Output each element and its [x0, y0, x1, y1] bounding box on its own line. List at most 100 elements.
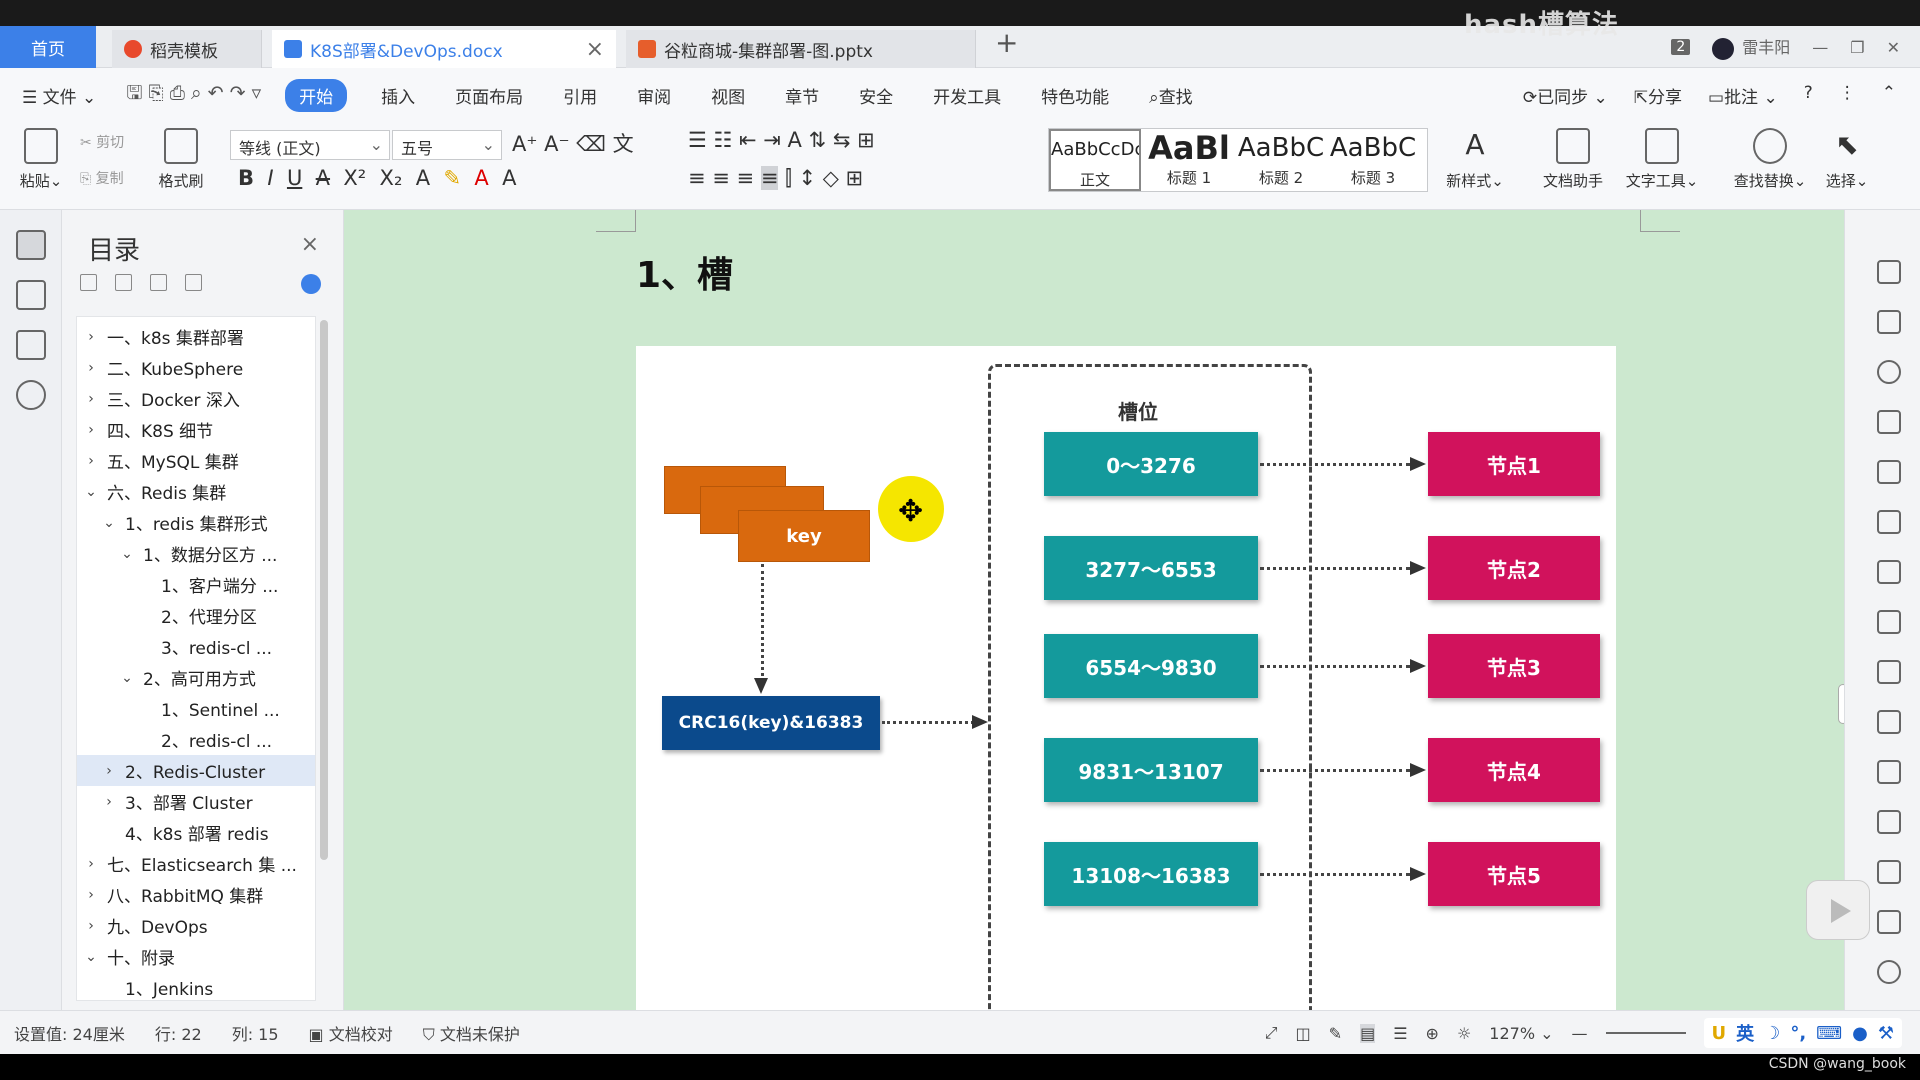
chevron-right-icon[interactable]: › — [101, 794, 117, 810]
pen-icon[interactable]: ✎ — [1329, 1024, 1342, 1043]
copy-button[interactable]: ⎘ 复制 — [80, 168, 124, 188]
location-icon[interactable] — [1877, 360, 1901, 384]
menu-layout[interactable]: 页面布局 — [455, 83, 523, 108]
video-play-button[interactable] — [1806, 880, 1870, 940]
find-icon[interactable] — [15, 380, 46, 410]
cursor-tool-icon[interactable] — [1877, 310, 1901, 334]
toc-item[interactable]: › 二、KubeSphere — [77, 352, 315, 383]
toc-item[interactable]: › 七、Elasticsearch 集 ... — [77, 848, 315, 879]
bookmark-icon[interactable] — [15, 330, 46, 360]
new-style-button[interactable]: A 新样式⌄ — [1440, 128, 1510, 191]
list-controls[interactable]: ☰ ☷ ⇤ ⇥ A ⇅ ⇆ ⊞ — [688, 128, 875, 152]
proofread-button[interactable]: ▣ 文档校对 — [309, 1021, 393, 1045]
highlight-icon[interactable]: ✎ — [443, 166, 461, 190]
zoom-out-icon[interactable]: — — [1572, 1024, 1588, 1043]
add-heading-icon[interactable] — [150, 274, 167, 291]
web-view-icon[interactable]: ⊕ — [1426, 1024, 1439, 1043]
close-icon[interactable]: × — [301, 232, 319, 257]
chart-icon[interactable] — [1877, 610, 1901, 634]
paragraph-controls[interactable]: ≡ ≡ ≡ ≡ ⫿ ↕ ◇ ⊞ — [688, 166, 863, 191]
minimize-icon[interactable]: — — [1812, 38, 1828, 57]
export-icon[interactable] — [1877, 760, 1901, 784]
chevron-right-icon[interactable]: › — [83, 360, 99, 376]
restore-icon[interactable]: ❐ — [1850, 38, 1864, 57]
menu-section[interactable]: 章节 — [785, 83, 819, 108]
toc-item[interactable]: ⌄ 1、redis 集群形式 — [77, 507, 315, 538]
italic-icon[interactable]: I — [267, 166, 273, 190]
toc-item[interactable]: › 三、Docker 深入 — [77, 383, 315, 414]
toc-item[interactable]: 2、redis-cl ... — [77, 724, 315, 755]
bold-icon[interactable]: B — [238, 166, 254, 190]
menu-view[interactable]: 视图 — [711, 83, 745, 108]
select-button[interactable]: ⬉ 选择⌄ — [1812, 128, 1882, 191]
toc-scrollbar[interactable] — [320, 320, 328, 860]
toc-item[interactable]: 1、客户端分 ... — [77, 569, 315, 600]
quick-access-icons[interactable]: 🖫 ⎘ ⎙ ⌕ ↶ ↷ ▿ — [126, 79, 261, 111]
zoom-level[interactable]: 127% ⌄ — [1489, 1024, 1553, 1043]
picture-icon[interactable] — [1877, 910, 1901, 934]
toc-item[interactable]: › 2、Redis-Cluster — [77, 755, 315, 786]
chevron-right-icon[interactable]: › — [83, 422, 99, 438]
window-count-badge[interactable]: 2 — [1671, 39, 1691, 55]
menu-insert[interactable]: 插入 — [381, 83, 415, 108]
zoom-slider[interactable] — [1605, 1032, 1686, 1034]
share-button[interactable]: ⇱分享 — [1634, 83, 1682, 108]
table-icon[interactable] — [1877, 510, 1901, 534]
file-menu[interactable]: ☰ 文件 ⌄ — [22, 83, 96, 108]
grid-icon[interactable] — [1877, 560, 1901, 584]
chevron-right-icon[interactable]: › — [83, 453, 99, 469]
chevron-down-icon[interactable]: ⌄ — [119, 546, 135, 562]
eye-protection-icon[interactable]: ☼ — [1457, 1024, 1471, 1043]
ime-toolbar[interactable]: U 英 ☽ °, ⌨ ● ⚒ — [1703, 1018, 1902, 1048]
toc-item[interactable]: › 3、部署 Cluster — [77, 786, 315, 817]
toc-item[interactable]: ⌄ 六、Redis 集群 — [77, 476, 315, 507]
chevron-right-icon[interactable]: › — [83, 391, 99, 407]
find-replace-button[interactable]: 查找替换⌄ — [1728, 128, 1812, 191]
text-tools-button[interactable]: 文字工具⌄ — [1620, 128, 1704, 191]
section-heading[interactable]: 1、槽 — [636, 246, 733, 298]
protect-button[interactable]: ⛉ 文档未保护 — [423, 1021, 520, 1045]
style-heading-3[interactable]: AaBbC 标题 3 — [1327, 129, 1419, 191]
outline-view-icon[interactable]: ☰ — [1393, 1024, 1407, 1043]
toc-item[interactable]: › 四、K8S 细节 — [77, 414, 315, 445]
shield-icon[interactable] — [1877, 960, 1901, 984]
sync-status[interactable]: ⟳已同步 ⌄ — [1523, 83, 1608, 108]
settings-sliders-icon[interactable] — [1877, 660, 1901, 684]
toc-item[interactable]: 2、代理分区 — [77, 600, 315, 631]
image-icon[interactable] — [1877, 710, 1901, 734]
more-icon[interactable]: ⋮ — [1839, 83, 1856, 108]
archive-icon[interactable] — [1877, 860, 1901, 884]
toc-item[interactable]: 1、Sentinel ... — [77, 693, 315, 724]
page-thumbnail-icon[interactable] — [15, 280, 46, 310]
underline-icon[interactable]: U — [287, 166, 302, 190]
toc-list-icon[interactable] — [15, 230, 46, 260]
new-tab-button[interactable]: + — [995, 26, 1018, 59]
chevron-right-icon[interactable]: › — [101, 763, 117, 779]
toc-item[interactable]: ⌄ 2、高可用方式 — [77, 662, 315, 693]
style-heading-2[interactable]: AaBbC 标题 2 — [1235, 129, 1327, 191]
collapse-all-icon[interactable] — [80, 274, 97, 291]
edit-icon[interactable] — [1877, 260, 1901, 284]
chevron-right-icon[interactable]: › — [83, 329, 99, 345]
toc-item[interactable]: ⌄ 十、附录 — [77, 941, 315, 972]
doc-helper-button[interactable]: 文档助手 — [1538, 128, 1608, 191]
toc-item[interactable]: › 八、RabbitMQ 集群 — [77, 879, 315, 910]
shapes-icon[interactable] — [1877, 410, 1901, 434]
chevron-down-icon[interactable]: ⌄ — [119, 670, 135, 686]
triangle-icon[interactable] — [1877, 460, 1901, 484]
font-size-select[interactable]: 五号 ⌄ — [392, 130, 502, 160]
style-heading-1[interactable]: AaBl 标题 1 — [1143, 129, 1235, 191]
comment-button[interactable]: ▭批注 ⌄ — [1708, 83, 1778, 108]
font-family-select[interactable]: 等线 (正文) ⌄ — [230, 130, 390, 160]
paste-button[interactable]: 粘贴⌄ — [6, 128, 76, 191]
cut-button[interactable]: ✂ 剪切 — [80, 132, 124, 152]
close-window-icon[interactable]: ✕ — [1887, 38, 1900, 57]
format-painter-button[interactable]: 格式刷 — [146, 128, 216, 191]
read-mode-icon[interactable]: ◫ — [1296, 1024, 1311, 1043]
toc-item[interactable]: › 五、MySQL 集群 — [77, 445, 315, 476]
chevron-right-icon[interactable]: › — [83, 856, 99, 872]
menu-developer[interactable]: 开发工具 — [933, 83, 1001, 108]
tab-k8s-doc[interactable]: K8S部署&DevOps.docx × — [272, 30, 616, 68]
fullscreen-icon[interactable]: ⤢ — [1265, 1023, 1278, 1043]
menu-home[interactable]: 开始 — [285, 78, 348, 112]
